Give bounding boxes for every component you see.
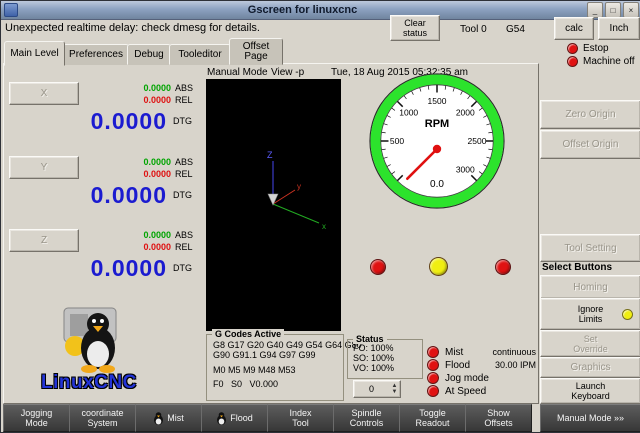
penguin-icon xyxy=(216,412,227,425)
coordinate-system-label: G54 xyxy=(506,24,525,35)
jogging-mode-button[interactable]: Jogging Mode xyxy=(3,404,70,432)
gscreen-window: Gscreen for linuxcnc _ □ × Unexpected re… xyxy=(0,0,640,433)
calc-button[interactable]: calc xyxy=(554,17,594,40)
graphics-button[interactable]: Graphics xyxy=(540,357,640,378)
estop-label: Estop xyxy=(583,43,609,54)
clear-status-button[interactable]: Clear status xyxy=(390,15,440,41)
statusbar-message: Unexpected realtime delay: check dmesg f… xyxy=(5,22,260,34)
minimize-button[interactable]: _ xyxy=(587,2,603,18)
mist-button-label: Mist xyxy=(167,413,184,423)
set-override-button[interactable]: Set Override xyxy=(540,330,640,357)
tab-debug[interactable]: Debug xyxy=(127,44,171,65)
spindle-controls-button[interactable]: Spindle Controls xyxy=(333,404,400,432)
toggle-readout-button[interactable]: Toggle Readout xyxy=(399,404,466,432)
coordinate-system-button[interactable]: coordinate System xyxy=(69,404,136,432)
window-title: Gscreen for linuxcnc xyxy=(18,4,587,16)
window-menu-icon[interactable] xyxy=(4,3,18,17)
estop-led xyxy=(567,43,578,54)
machine-off-led xyxy=(567,56,578,67)
tab-tooleditor[interactable]: Tooleditor xyxy=(169,44,231,65)
flood-button[interactable]: Flood xyxy=(201,404,268,432)
index-tool-button[interactable]: Index Tool xyxy=(267,404,334,432)
ignore-limits-label: Ignore Limits xyxy=(578,304,604,324)
machine-off-label: Machine off xyxy=(583,56,635,67)
ignore-limits-button[interactable]: Ignore Limits xyxy=(540,298,640,330)
penguin-icon xyxy=(153,412,164,425)
machine-off-radio[interactable]: Machine off xyxy=(540,55,640,67)
launch-keyboard-button[interactable]: Launch Keyboard xyxy=(540,378,640,404)
manual-mode-button[interactable]: Manual Mode »» xyxy=(540,404,640,432)
titlebar: Gscreen for linuxcnc _ □ × xyxy=(1,1,640,20)
tab-main-level[interactable]: Main Level xyxy=(4,41,65,66)
estop-radio[interactable]: Estop xyxy=(540,42,640,54)
close-button[interactable]: × xyxy=(623,2,639,18)
offset-origin-button[interactable]: Offset Origin xyxy=(540,130,640,159)
maximize-button[interactable]: □ xyxy=(605,2,621,18)
main-page xyxy=(3,63,539,404)
ignore-limits-led xyxy=(622,309,633,320)
tool-setting-button[interactable]: Tool Setting xyxy=(540,234,640,262)
tab-offset-page[interactable]: Offset Page xyxy=(229,38,283,65)
homing-button[interactable]: Homing xyxy=(540,275,640,299)
show-offsets-button[interactable]: Show Offsets xyxy=(465,404,532,432)
tool-number-label: Tool 0 xyxy=(460,24,487,35)
mist-button[interactable]: Mist xyxy=(135,404,202,432)
tab-preferences[interactable]: Preferences xyxy=(63,44,129,65)
zero-origin-button[interactable]: Zero Origin xyxy=(540,100,640,129)
units-button[interactable]: Inch xyxy=(598,17,640,40)
flood-button-label: Flood xyxy=(230,413,253,423)
select-buttons-label: Select Buttons xyxy=(542,262,612,273)
